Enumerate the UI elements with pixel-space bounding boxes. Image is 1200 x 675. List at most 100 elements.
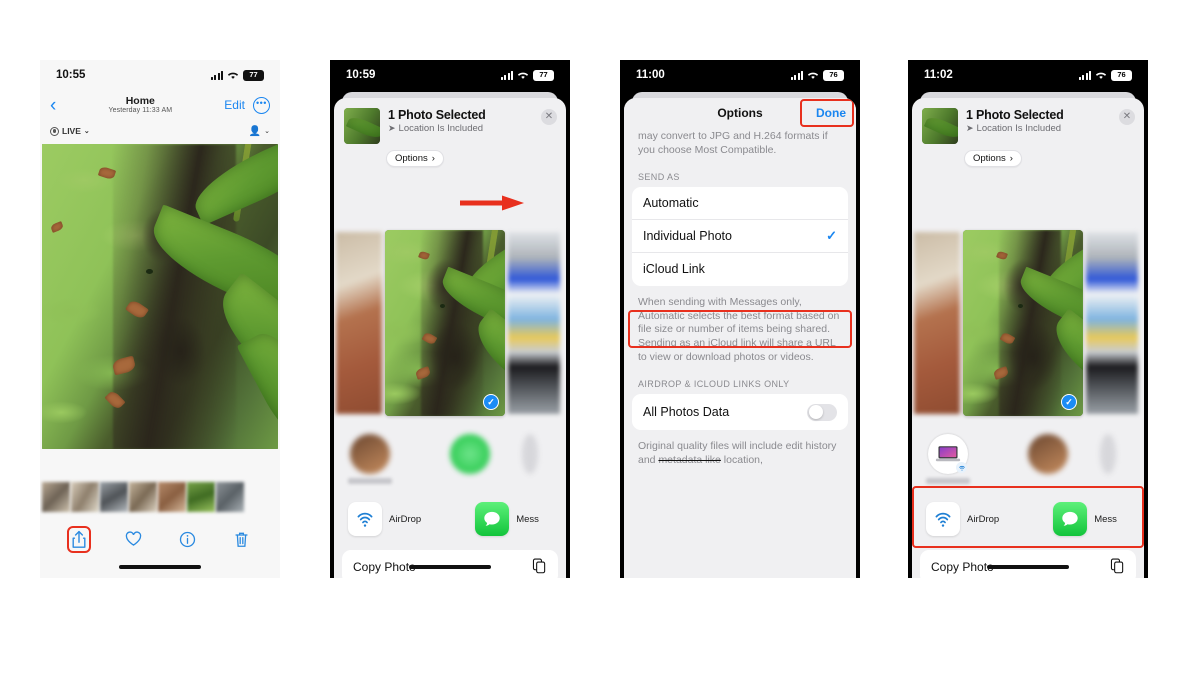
checkmark-icon: ✓ (826, 227, 837, 243)
selected-photo-thumbnail (344, 108, 380, 144)
back-button[interactable]: ‹ (50, 96, 56, 115)
close-icon[interactable]: ✕ (1119, 109, 1135, 125)
person-icon: 👤 (248, 125, 262, 137)
contact-suggestion[interactable] (1100, 434, 1116, 474)
contact-suggestion[interactable] (448, 434, 492, 484)
thumbnail[interactable] (187, 482, 215, 512)
airdrop-icon (348, 502, 382, 536)
airdrop-section-label: AIRDROP & ICLOUD LINKS ONLY (638, 379, 790, 390)
page-title: Home (125, 94, 155, 107)
photo-thumbnail-strip[interactable] (40, 482, 280, 512)
status-time: 10:59 (346, 69, 376, 81)
option-label: Automatic (643, 195, 699, 210)
note-line-c: location, (720, 453, 763, 466)
options-button[interactable]: Options › (386, 150, 444, 167)
options-button[interactable]: Options › (964, 150, 1022, 167)
airdrop-badge-icon (956, 462, 967, 473)
carousel-thumbnail[interactable] (1086, 232, 1138, 414)
cellular-signal-icon (1079, 70, 1091, 80)
carousel-thumbnail[interactable] (914, 232, 960, 414)
contact-suggestion[interactable] (522, 434, 538, 474)
selected-check-badge: ✓ (1061, 394, 1077, 410)
phone-panel-1: 10:55 77 ‹ Home Yesterday 11:33 AM Edit … (40, 60, 280, 578)
share-target-airdrop[interactable]: AirDrop (926, 502, 999, 536)
battery-level: 76 (829, 70, 838, 80)
copy-photo-row-4[interactable]: Copy Photo (920, 550, 1136, 578)
thumbnail[interactable] (158, 482, 186, 512)
contact-suggestion[interactable] (348, 434, 392, 484)
messages-label: Mess (516, 513, 539, 525)
photo-carousel-4[interactable]: ✓ (912, 228, 1144, 418)
done-button[interactable]: Done (816, 106, 846, 120)
battery-icon: 77 (533, 69, 554, 81)
send-as-option-individual-photo[interactable]: Individual Photo ✓ (632, 220, 848, 253)
all-photos-data-row[interactable]: All Photos Data (632, 394, 848, 430)
share-sheet-header: 1 Photo Selected ➤ Location Is Included … (334, 98, 566, 144)
photo-carousel-2[interactable]: ✓ (334, 228, 566, 418)
options-label: Options (395, 153, 428, 164)
heart-icon[interactable] (125, 531, 142, 547)
status-bar-4: 11:02 76 (908, 60, 1148, 90)
location-arrow-icon: ➤ (388, 123, 396, 133)
chevron-down-icon: ⌄ (264, 128, 270, 135)
thumbnail[interactable] (71, 482, 99, 512)
live-photo-toggle[interactable]: LIVE ⌄ (50, 126, 90, 136)
share-target-messages[interactable]: Mess (1053, 502, 1117, 536)
live-label: LIVE (62, 126, 81, 136)
thumbnail[interactable] (42, 482, 70, 512)
send-as-group: Automatic Individual Photo ✓ iCloud Link (632, 186, 848, 286)
home-indicator (987, 565, 1069, 569)
copy-photo-label: Copy Photo (353, 560, 416, 574)
navbar-actions: Edit ••• (224, 96, 270, 114)
options-scroll-area[interactable]: may convert to JPG and H.264 formats if … (624, 128, 856, 578)
close-icon[interactable]: ✕ (541, 109, 557, 125)
people-control[interactable]: 👤 ⌄ (249, 126, 270, 137)
edit-button[interactable]: Edit (224, 98, 245, 112)
format-note: may convert to JPG and H.264 formats if … (638, 130, 828, 156)
airdrop-device-suggestion[interactable] (926, 434, 970, 484)
note-strikethrough: metadata like (658, 453, 721, 466)
phone-panel-2: 10:59 77 1 Photo Selected ➤ Location Is … (330, 60, 570, 578)
battery-level: 77 (539, 70, 548, 80)
home-indicator (409, 565, 491, 569)
cellular-signal-icon (211, 70, 223, 80)
share-sheet-subtitle: Location Is Included (976, 123, 1062, 134)
status-time: 11:02 (924, 69, 953, 81)
thumbnail[interactable] (100, 482, 128, 512)
home-indicator (119, 565, 201, 569)
carousel-selected-photo[interactable]: ✓ (385, 230, 505, 416)
share-target-airdrop[interactable]: AirDrop (348, 502, 421, 536)
contact-suggestions-row-4[interactable] (912, 428, 1144, 490)
status-bar-1: 10:55 77 (40, 60, 280, 90)
contact-suggestions-row-2[interactable] (334, 428, 566, 490)
copy-photo-row-2[interactable]: Copy Photo (342, 550, 558, 578)
phone-panel-3: 11:00 76 Options Done may convert to JPG… (620, 60, 860, 578)
carousel-thumbnail[interactable] (336, 232, 382, 414)
more-options-icon[interactable]: ••• (252, 96, 270, 114)
carousel-thumbnail[interactable] (508, 232, 560, 414)
photo-navbar: ‹ Home Yesterday 11:33 AM Edit ••• (40, 90, 280, 120)
messages-label: Mess (1094, 513, 1117, 525)
share-apps-row-2[interactable]: AirDrop Mess (334, 492, 566, 546)
send-as-option-icloud-link[interactable]: iCloud Link (632, 253, 848, 286)
contact-name-blur (348, 478, 392, 484)
selected-photo-thumbnail (922, 108, 958, 144)
copy-photo-label: Copy Photo (931, 560, 994, 574)
photo-soil-layer (421, 230, 484, 416)
share-sheet-4: 1 Photo Selected ➤ Location Is Included … (912, 98, 1144, 578)
share-apps-row-4[interactable]: AirDrop Mess (912, 492, 1144, 546)
thumbnail[interactable] (129, 482, 157, 512)
avatar (522, 434, 538, 474)
main-photo[interactable] (42, 144, 278, 449)
all-photos-data-toggle[interactable] (807, 403, 837, 421)
contact-suggestion[interactable] (1026, 434, 1070, 484)
airdrop-label: AirDrop (967, 513, 1000, 525)
info-icon[interactable] (179, 531, 196, 548)
photo-title-block: Home Yesterday 11:33 AM (108, 94, 172, 114)
carousel-selected-photo[interactable]: ✓ (963, 230, 1083, 416)
send-as-option-automatic[interactable]: Automatic (632, 187, 848, 220)
trash-icon[interactable] (234, 531, 249, 548)
thumbnail[interactable] (216, 482, 244, 512)
share-target-messages[interactable]: Mess (475, 502, 539, 536)
share-icon[interactable] (66, 525, 91, 553)
